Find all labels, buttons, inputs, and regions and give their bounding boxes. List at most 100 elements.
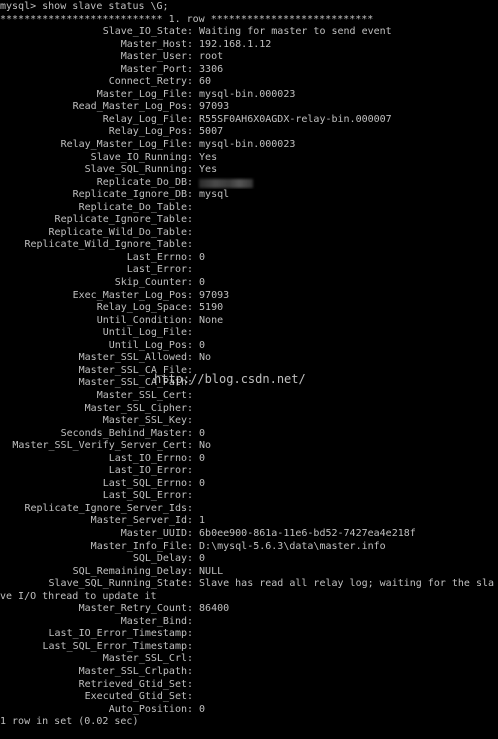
- status-field-row: Read_Master_Log_Pos:97093: [0, 101, 498, 114]
- status-field-row: Replicate_Ignore_Server_Ids:: [0, 503, 498, 516]
- status-field-row: Master_SSL_Crl:: [0, 653, 498, 666]
- field-value: 60: [199, 76, 212, 88]
- field-value: D:\mysql-5.6.3\data\master.info: [199, 540, 386, 552]
- status-field-row: Master_Port:3306: [0, 64, 498, 77]
- status-field-row: Relay_Log_File: R55SF0AH6X0AGDX-relay-bin…: [0, 114, 498, 127]
- field-name: Relay_Log_Pos: [108, 126, 187, 138]
- field-name: Last_SQL_Errno: [102, 477, 187, 489]
- field-name: Relay_Log_Space: [96, 302, 187, 314]
- field-value: mysql: [199, 189, 230, 201]
- field-value: Yes: [199, 151, 218, 163]
- status-field-row: Relay_Log_Space:5190: [0, 302, 498, 315]
- field-name: Master_SSL_CA_File: [78, 364, 187, 376]
- field-name: Replicate_Do_DB: [96, 176, 187, 188]
- status-field-row: Seconds_Behind_Master:0: [0, 428, 498, 441]
- status-field-row: Master_SSL_Verify_Server_Cert: No: [0, 440, 498, 453]
- field-value: None: [199, 314, 224, 326]
- status-field-row: Until_Condition: None: [0, 315, 498, 328]
- field-value: [193, 465, 199, 478]
- redacted-value: [193, 177, 254, 190]
- status-field-row: SQL_Delay:0: [0, 553, 498, 566]
- field-value: [193, 227, 199, 240]
- field-value: [193, 666, 199, 679]
- status-field-row: Until_Log_Pos:0: [0, 340, 498, 353]
- field-value: 1: [199, 515, 206, 527]
- status-field-row: Exec_Master_Log_Pos:97093: [0, 290, 498, 303]
- field-name: Slave_IO_Running: [90, 151, 187, 163]
- terminal-window[interactable]: mysql> show slave status \G; ***********…: [0, 0, 498, 739]
- status-field-row: Master_Host:192.168.1.12: [0, 39, 498, 52]
- row-header: *************************** 1. row *****…: [0, 13, 374, 25]
- status-field-row: Slave_IO_Running: Yes: [0, 152, 498, 165]
- status-field-row: Master_SSL_Cert:: [0, 390, 498, 403]
- field-name: Replicate_Ignore_Server_Ids: [24, 502, 187, 514]
- status-field-row: Last_IO_Errno:0: [0, 453, 498, 466]
- status-field-row: SQL_Remaining_Delay: NULL: [0, 566, 498, 579]
- field-value: 0: [199, 427, 206, 439]
- field-value: 86400: [199, 603, 230, 615]
- status-field-row: Master_SSL_Key:: [0, 415, 498, 428]
- field-value: Slave has read all relay log; waiting fo…: [199, 578, 495, 590]
- status-field-row: Slave_IO_State: Waiting for master to sen…: [0, 26, 498, 39]
- field-name: Until_Log_File: [102, 327, 187, 339]
- field-name: Master_Bind: [120, 615, 187, 627]
- status-field-row: Last_IO_Error:: [0, 465, 498, 478]
- status-field-row: Master_SSL_CA_Path:: [0, 377, 498, 390]
- field-name: Replicate_Ignore_DB: [72, 189, 187, 201]
- status-field-row: Last_SQL_Errno:0: [0, 478, 498, 491]
- field-value: [193, 390, 199, 403]
- field-name: Slave_SQL_Running_State: [48, 578, 187, 590]
- field-name: Master_SSL_CA_Path: [78, 377, 187, 389]
- field-name: Auto_Position: [108, 703, 187, 715]
- field-value: [193, 616, 199, 629]
- field-name: Last_IO_Error: [108, 465, 187, 477]
- field-name: Master_Server_Id: [90, 515, 187, 527]
- field-name: Master_Retry_Count: [78, 603, 187, 615]
- field-value: [193, 653, 199, 666]
- field-name: Last_Errno: [126, 251, 187, 263]
- field-name: Master_SSL_Cert: [96, 389, 187, 401]
- field-name: Master_Host: [120, 38, 187, 50]
- field-value: R55SF0AH6X0AGDX-relay-bin.000007: [199, 113, 392, 125]
- field-value: 192.168.1.12: [199, 38, 272, 50]
- field-name: Master_Info_File: [90, 540, 187, 552]
- status-field-row: Replicate_Ignore_Table:: [0, 214, 498, 227]
- field-value: 0: [199, 477, 206, 489]
- status-field-row: Master_SSL_Allowed: No: [0, 352, 498, 365]
- field-name: Replicate_Ignore_Table: [54, 214, 187, 226]
- status-field-row: Slave_SQL_Running_State: Slave has read a…: [0, 578, 498, 591]
- field-value: No: [199, 352, 212, 364]
- field-value: mysql-bin.000023: [199, 139, 296, 151]
- field-value: 5190: [199, 302, 224, 314]
- status-field-row: Relay_Master_Log_File: mysql-bin.000023: [0, 139, 498, 152]
- field-name: Replicate_Wild_Do_Table: [48, 226, 187, 238]
- field-value: 0: [199, 452, 206, 464]
- field-name: Skip_Counter: [114, 277, 187, 289]
- field-value: [193, 490, 199, 503]
- status-field-row: Relay_Log_Pos:5007: [0, 126, 498, 139]
- field-value: [193, 503, 199, 516]
- field-name: Master_SSL_Key: [102, 415, 187, 427]
- field-value: 0: [199, 251, 206, 263]
- field-value: No: [199, 440, 212, 452]
- field-value: 0: [199, 339, 206, 351]
- status-field-row: Master_UUID:6b0ee900-861a-11e6-bd52-7427…: [0, 528, 498, 541]
- field-name: Last_IO_Errno: [108, 452, 187, 464]
- status-field-row: Replicate_Wild_Ignore_Table:: [0, 239, 498, 252]
- field-name: Master_SSL_Verify_Server_Cert: [12, 440, 187, 452]
- field-value: 97093: [199, 289, 230, 301]
- field-name: Connect_Retry: [108, 76, 187, 88]
- status-field-row: Master_User: root: [0, 51, 498, 64]
- field-value: 0: [199, 553, 206, 565]
- status-field-row: Auto_Position:0: [0, 704, 498, 717]
- field-value: [193, 327, 199, 340]
- status-field-row: Executed_Gtid_Set:: [0, 691, 498, 704]
- prompt-command: mysql> show slave status \G;: [0, 1, 169, 12]
- field-value: root: [199, 51, 224, 63]
- field-name: Last_Error: [126, 264, 187, 276]
- wrapped-line: ve I/O thread to update it: [0, 590, 157, 602]
- status-field-row: Last_Error:: [0, 264, 498, 277]
- field-name: Last_SQL_Error: [102, 490, 187, 502]
- field-value: [193, 691, 199, 704]
- field-value: 0: [199, 277, 206, 289]
